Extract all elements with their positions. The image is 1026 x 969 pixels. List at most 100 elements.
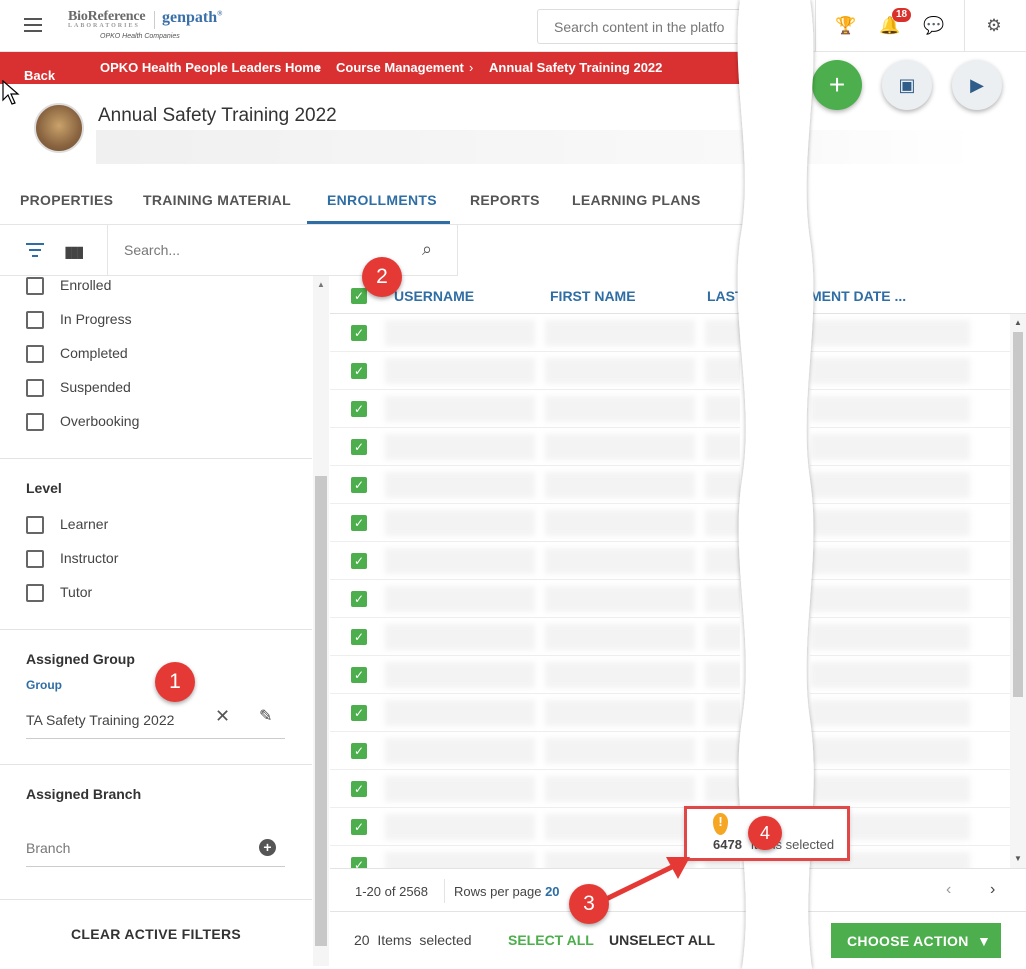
scroll-up-arrow-icon[interactable]: ▲ <box>317 280 325 289</box>
checkbox[interactable] <box>26 277 44 296</box>
choose-action-button[interactable]: CHOOSE ACTION ▼ <box>831 923 1001 958</box>
table-row[interactable]: ✓ <box>330 656 740 694</box>
tab-properties[interactable]: PROPERTIES <box>20 192 113 208</box>
table-row[interactable] <box>810 694 1026 732</box>
filter-icon[interactable] <box>26 243 44 261</box>
row-checkbox[interactable]: ✓ <box>351 515 367 531</box>
table-row[interactable]: ✓ <box>330 694 740 732</box>
chat-icon[interactable]: 💬 <box>912 0 956 52</box>
breadcrumb-item[interactable]: OPKO Health People Leaders Home <box>100 60 321 75</box>
scroll-down-arrow-icon[interactable]: ▼ <box>1014 854 1022 863</box>
row-checkbox[interactable]: ✓ <box>351 781 367 797</box>
user-card-button[interactable]: ▣ <box>882 60 932 110</box>
checkbox[interactable] <box>26 345 44 364</box>
tab-reports[interactable]: REPORTS <box>470 192 540 208</box>
tab-training-material[interactable]: TRAINING MATERIAL <box>143 192 291 208</box>
select-all-button[interactable]: SELECT ALL <box>508 932 594 948</box>
add-circle-icon[interactable]: + <box>259 839 276 856</box>
breadcrumb: ‹ Back OPKO Health People Leaders Home ›… <box>0 52 740 84</box>
column-username[interactable]: USERNAME <box>394 288 474 304</box>
row-checkbox[interactable]: ✓ <box>351 363 367 379</box>
table-row[interactable]: ✓ <box>330 580 740 618</box>
table-row[interactable] <box>810 466 1026 504</box>
table-row[interactable] <box>810 390 1026 428</box>
checkbox[interactable] <box>26 413 44 432</box>
trophy-icon[interactable]: 🏆 <box>824 0 868 52</box>
pencil-icon[interactable]: ✎ <box>259 706 272 726</box>
filter-option-in-progress[interactable]: In Progress <box>26 311 132 330</box>
select-all-checkbox[interactable]: ✓ <box>351 288 367 304</box>
company-logo[interactable]: BioReference LABORATORIES genpath® OPKO H… <box>68 9 222 40</box>
row-checkbox[interactable]: ✓ <box>351 667 367 683</box>
column-first-name[interactable]: FIRST NAME <box>550 288 636 304</box>
row-checkbox[interactable]: ✓ <box>351 705 367 721</box>
table-row[interactable] <box>810 504 1026 542</box>
menu-icon[interactable] <box>24 18 42 32</box>
table-row[interactable]: ✓ <box>330 770 740 808</box>
row-checkbox[interactable]: ✓ <box>351 439 367 455</box>
columns-icon[interactable]: ▮▮▮ <box>64 242 84 262</box>
table-row[interactable]: ✓ <box>330 390 740 428</box>
tab-learning-plans[interactable]: LEARNING PLANS <box>572 192 701 208</box>
row-checkbox[interactable]: ✓ <box>351 477 367 493</box>
checkbox[interactable] <box>26 311 44 330</box>
table-row[interactable] <box>810 314 1026 352</box>
column-enrollment-date[interactable]: MENT DATE ... <box>810 288 906 304</box>
filter-option-overbooking[interactable]: Overbooking <box>26 413 139 432</box>
breadcrumb-item[interactable]: Course Management <box>336 60 464 75</box>
row-checkbox[interactable]: ✓ <box>351 857 367 868</box>
table-row[interactable]: ✓ <box>330 618 740 656</box>
table-row[interactable]: ✓ <box>330 542 740 580</box>
table-row[interactable] <box>810 732 1026 770</box>
row-checkbox[interactable]: ✓ <box>351 629 367 645</box>
checkbox[interactable] <box>26 550 44 569</box>
filter-option-learner[interactable]: Learner <box>26 516 108 535</box>
checkbox[interactable] <box>26 584 44 603</box>
filter-option-enrolled[interactable]: Enrolled <box>26 277 111 296</box>
table-row[interactable]: ✓ <box>330 504 740 542</box>
checkbox[interactable] <box>26 516 44 535</box>
row-checkbox[interactable]: ✓ <box>351 401 367 417</box>
scroll-up-arrow-icon[interactable]: ▲ <box>1014 318 1022 327</box>
table-row[interactable]: ✓ <box>330 808 740 846</box>
platform-search-input[interactable]: Search content in the platfo <box>537 9 747 44</box>
bell-icon[interactable]: 🔔 18 <box>868 0 912 52</box>
tab-enrollments[interactable]: ENROLLMENTS <box>327 192 437 208</box>
next-page-icon[interactable]: › <box>990 881 995 899</box>
enrollment-search-input[interactable]: Search... <box>124 242 180 258</box>
row-checkbox[interactable]: ✓ <box>351 325 367 341</box>
row-checkbox[interactable]: ✓ <box>351 591 367 607</box>
search-icon[interactable]: ⌕ <box>422 239 432 260</box>
row-checkbox[interactable]: ✓ <box>351 743 367 759</box>
branch-field[interactable]: Branch <box>26 840 285 867</box>
table-row[interactable] <box>810 656 1026 694</box>
rows-per-page[interactable]: Rows per page 20 <box>454 884 560 899</box>
close-icon[interactable]: ✕ <box>215 706 230 727</box>
checkbox[interactable] <box>26 379 44 398</box>
table-row[interactable]: ✓ <box>330 732 740 770</box>
filter-option-completed[interactable]: Completed <box>26 345 128 364</box>
filter-option-suspended[interactable]: Suspended <box>26 379 131 398</box>
unselect-all-button[interactable]: UNSELECT ALL <box>609 932 715 948</box>
table-row[interactable] <box>810 352 1026 390</box>
table-row[interactable]: ✓ <box>330 466 740 504</box>
filter-option-instructor[interactable]: Instructor <box>26 550 118 569</box>
table-row[interactable]: ✓ <box>330 314 740 352</box>
prev-page-icon[interactable]: ‹ <box>946 881 951 899</box>
table-row[interactable] <box>810 770 1026 808</box>
filter-option-tutor[interactable]: Tutor <box>26 584 92 603</box>
table-row[interactable]: ✓ <box>330 428 740 466</box>
gear-icon[interactable]: ⚙ <box>972 0 1016 52</box>
table-row[interactable] <box>810 428 1026 466</box>
table-row[interactable] <box>810 580 1026 618</box>
table-row[interactable]: ✓ <box>330 352 740 390</box>
row-checkbox[interactable]: ✓ <box>351 819 367 835</box>
group-field[interactable]: TA Safety Training 2022 <box>26 712 285 739</box>
table-row[interactable] <box>810 542 1026 580</box>
row-checkbox[interactable]: ✓ <box>351 553 367 569</box>
clear-active-filters-button[interactable]: CLEAR ACTIVE FILTERS <box>0 899 312 969</box>
table-row[interactable] <box>810 618 1026 656</box>
filter-panel-scrollbar[interactable]: ▲ <box>313 276 329 966</box>
grid-scrollbar[interactable]: ▲ ▼ <box>1010 314 1026 868</box>
play-button[interactable]: ▶ <box>952 60 1002 110</box>
